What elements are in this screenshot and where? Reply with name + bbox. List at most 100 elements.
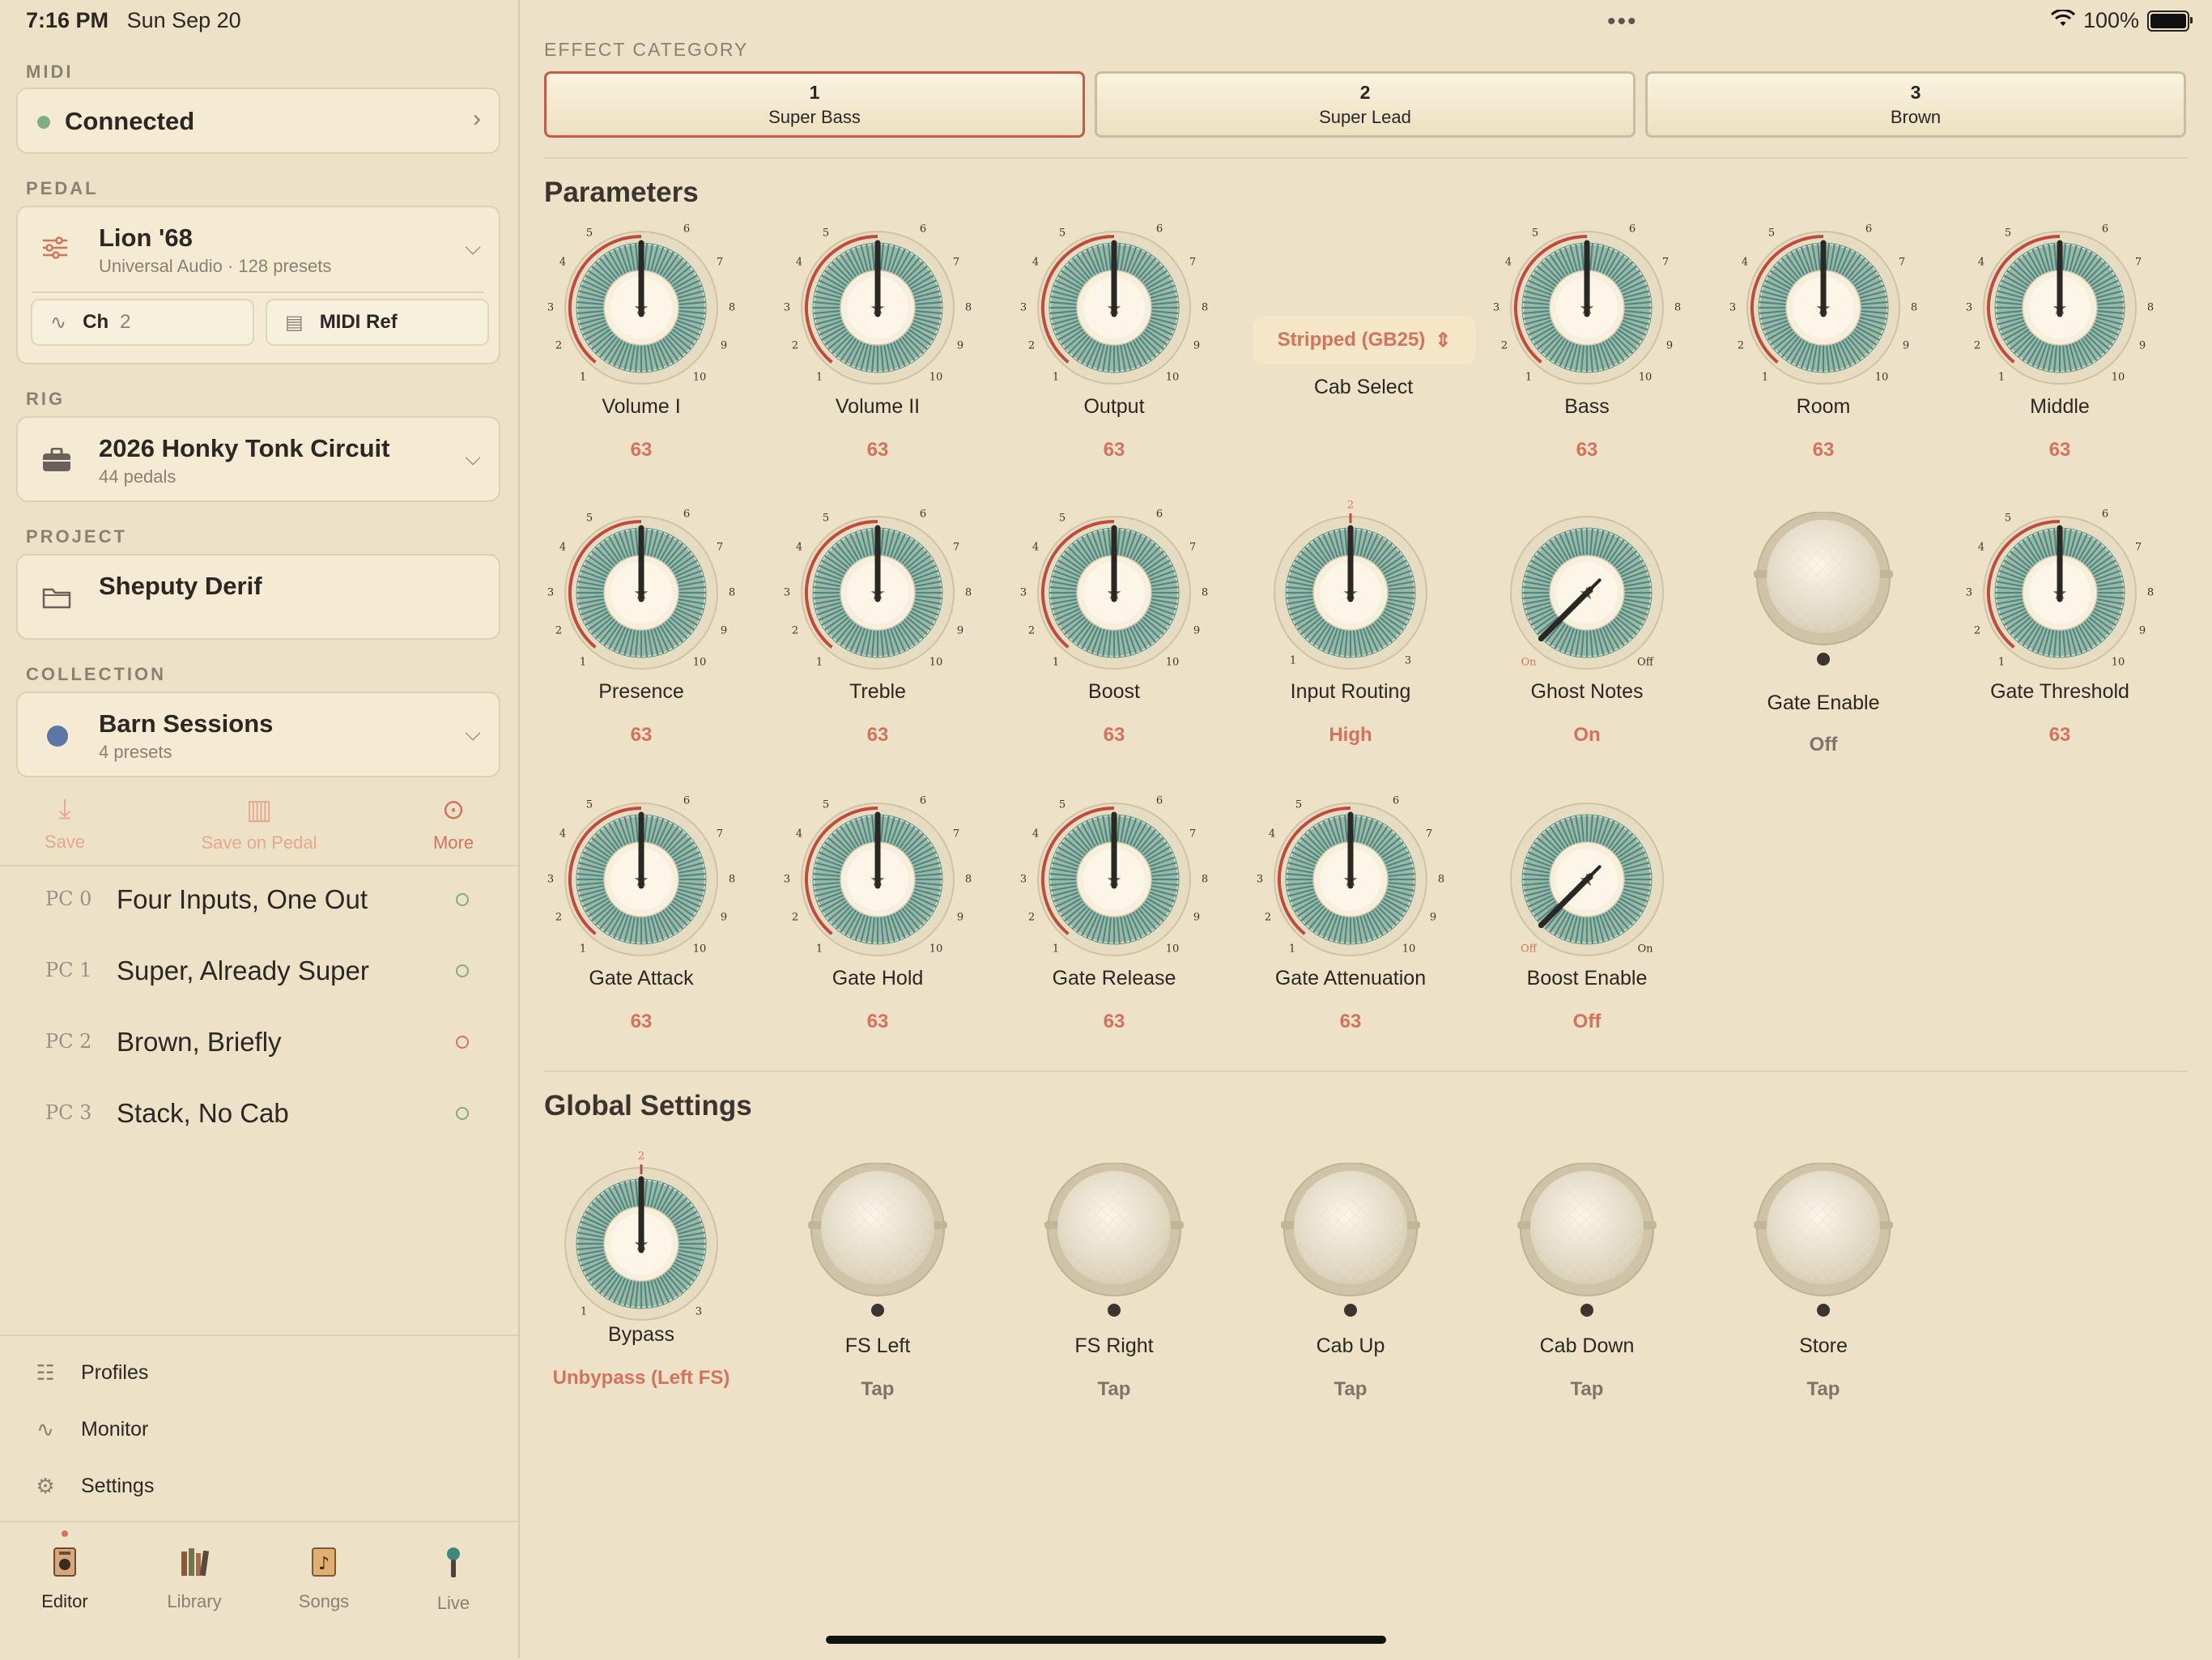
global-setting-control[interactable]: Store Tap	[1726, 1163, 1921, 1430]
microphone-icon	[405, 1547, 502, 1586]
knob-dial[interactable]: ★	[1033, 512, 1195, 674]
chevron-down-icon[interactable]: ⌵	[465, 445, 481, 471]
global-setting-control[interactable]: ★1 2 3 Bypass Unbypass (Left FS)	[544, 1151, 738, 1430]
preset-status-dot	[456, 893, 469, 906]
channel-value: 2	[120, 311, 131, 333]
parameter-control[interactable]: ★1 2 3 4 5 6 7 8 9 10 Output 63	[1017, 223, 1211, 494]
profiles-link[interactable]: ☷ Profiles	[32, 1360, 148, 1385]
rig-card[interactable]: 2026 Honky Tonk Circuit 44 pedals ⌵	[16, 416, 500, 502]
parameter-control[interactable]: Gate Enable Off	[1726, 512, 1921, 779]
preset-name: Four Inputs, One Out	[117, 884, 368, 914]
save-button[interactable]: ⤓ Save	[24, 794, 105, 853]
midi-status-card[interactable]: Connected ›	[16, 87, 500, 154]
cab-select-dropdown[interactable]: Stripped (GB25) ⇕	[1253, 316, 1475, 364]
parameter-control[interactable]: ★1 2 3 4 5 6 7 8 9 10 Middle 63	[1963, 223, 2157, 494]
multitask-dots-icon[interactable]: •••	[1607, 8, 1638, 36]
parameter-value: 63	[630, 1011, 653, 1032]
global-setting-control[interactable]: FS Right Tap	[1017, 1163, 1211, 1430]
parameter-control[interactable]: ★1 2 3 4 5 6 7 8 9 10 Gate Attack 63	[544, 795, 738, 1066]
scale-tick-label: 7	[1189, 828, 1197, 841]
preset-item[interactable]: PC 2 Brown, Briefly	[0, 1009, 518, 1080]
knob-dial[interactable]: ★	[1506, 798, 1668, 960]
parameter-control[interactable]: ★OnOffGhost NotesOn	[1490, 512, 1684, 779]
knob-dial[interactable]: ★	[1742, 227, 1904, 389]
footswitch-button[interactable]	[1270, 1163, 1431, 1325]
ellipsis-circle-icon: ⊙	[441, 794, 466, 825]
footswitch-button[interactable]	[797, 1163, 959, 1325]
knob-dial[interactable]: ★	[560, 227, 722, 389]
parameter-control[interactable]: ★1 2 3 4 5 6 7 8 9 10 Gate Hold 63	[781, 795, 975, 1066]
knob-dial[interactable]: ★	[1033, 798, 1195, 960]
more-button[interactable]: ⊙ More	[413, 794, 494, 853]
footswitch-button[interactable]	[1742, 512, 1904, 674]
footswitch-button[interactable]	[1742, 1163, 1904, 1325]
knob-dial[interactable]: ★	[1506, 512, 1668, 674]
parameter-control[interactable]: ★1 2 3 4 5 6 7 8 9 10 Gate Release 63	[1017, 795, 1211, 1066]
global-setting-control[interactable]: Cab Up Tap	[1253, 1163, 1448, 1430]
monitor-link[interactable]: ∿ Monitor	[32, 1417, 148, 1442]
home-indicator[interactable]	[826, 1636, 1386, 1644]
parameter-control[interactable]: ★1 2 3 4 5 6 7 8 9 10 Gate Threshold 63	[1963, 509, 2157, 779]
knob-dial[interactable]: ★	[1979, 227, 2141, 389]
scale-tick-label: 7	[716, 256, 724, 269]
knob-dial[interactable]: ★	[1270, 512, 1431, 674]
parameter-control[interactable]: ★1 2 3 4 5 6 7 8 9 10 Volume II 63	[781, 223, 975, 494]
knob-dial[interactable]: ★	[1033, 227, 1195, 389]
project-card[interactable]: Sheputy Derif	[16, 554, 500, 640]
channel-button[interactable]: ∿ Ch 2	[31, 299, 254, 346]
tab-songs[interactable]: ♪ Songs	[275, 1547, 372, 1612]
parameter-label: Gate Attack	[589, 967, 694, 990]
parameter-control[interactable]: ★OffOnBoost EnableOff	[1490, 798, 1684, 1066]
parameter-control[interactable]: ★1 2 3 Input Routing High	[1253, 500, 1448, 779]
category-button-brown[interactable]: 3 Brown	[1645, 71, 2186, 138]
parameter-control[interactable]: ★1 2 3 4 5 6 7 8 9 10 Presence 63	[544, 509, 738, 779]
knob-dial[interactable]: ★	[797, 227, 959, 389]
category-button-super-lead[interactable]: 2 Super Lead	[1095, 71, 1636, 138]
knob-dial[interactable]: ★	[797, 512, 959, 674]
collection-card[interactable]: Barn Sessions 4 presets ⌵	[16, 692, 500, 777]
knob-dial[interactable]: ★	[797, 798, 959, 960]
scale-tick-label: 4	[1032, 828, 1040, 841]
settings-link[interactable]: ⚙ Settings	[32, 1474, 154, 1499]
parameter-control[interactable]: ★1 2 3 4 5 6 7 8 9 10 Gate Attenuation 63	[1253, 795, 1448, 1066]
preset-name: Super, Already Super	[117, 956, 369, 985]
parameter-control[interactable]: ★1 2 3 4 5 6 7 8 9 10 Room 63	[1726, 223, 1921, 494]
chip-icon: ▥	[245, 794, 273, 825]
scale-tick-label: 8	[964, 301, 972, 314]
chevron-down-icon[interactable]: ⌵	[465, 235, 481, 261]
save-on-pedal-button[interactable]: ▥ Save on Pedal	[178, 794, 340, 853]
knob-dial[interactable]: ★	[560, 1163, 722, 1325]
parameter-control[interactable]: ★1 2 3 4 5 6 7 8 9 10 Treble 63	[781, 509, 975, 779]
footswitch-button[interactable]	[1506, 1163, 1668, 1325]
project-name: Sheputy Derif	[99, 572, 262, 600]
tab-library[interactable]: Library	[146, 1547, 243, 1612]
parameter-label: Boost	[1088, 680, 1140, 703]
footswitch-button[interactable]	[1033, 1163, 1195, 1325]
parameter-control[interactable]: ★1 2 3 4 5 6 7 8 9 10 Bass 63	[1490, 223, 1684, 494]
collection-color-dot	[47, 726, 68, 747]
tab-live[interactable]: Live	[405, 1547, 502, 1614]
scale-tick-label: 8	[1674, 301, 1682, 314]
global-setting-control[interactable]: FS Left Tap	[781, 1163, 975, 1430]
knob-dial[interactable]: ★	[560, 512, 722, 674]
midi-ref-button[interactable]: ▤ MIDI Ref	[266, 299, 489, 346]
global-setting-control[interactable]: Cab Down Tap	[1490, 1163, 1684, 1430]
category-button-super-bass[interactable]: 1 Super Bass	[544, 71, 1085, 138]
scale-tick-label: 1	[1052, 371, 1060, 384]
parameter-control[interactable]: ★1 2 3 4 5 6 7 8 9 10 Boost 63	[1017, 509, 1211, 779]
chevron-down-icon[interactable]: ⌵	[465, 721, 481, 747]
parameter-control[interactable]: ★1 2 3 4 5 6 7 8 9 10 Volume I 63	[544, 223, 738, 494]
folder-icon	[42, 585, 71, 611]
knob-dial[interactable]: ★	[560, 798, 722, 960]
preset-item[interactable]: PC 1 Super, Already Super	[0, 938, 518, 1009]
knob-dial[interactable]: ★	[1270, 798, 1431, 960]
parameter-value: 63	[2048, 724, 2071, 746]
preset-item[interactable]: PC 3 Stack, No Cab	[0, 1080, 518, 1151]
global-setting-value: Unbypass (Left FS)	[552, 1367, 730, 1389]
scale-tick-label: 3	[1965, 301, 1973, 314]
knob-dial[interactable]: ★	[1506, 227, 1668, 389]
tab-editor[interactable]: Editor	[16, 1547, 113, 1612]
preset-item[interactable]: PC 0 Four Inputs, One Out	[0, 866, 518, 938]
knob-dial[interactable]: ★	[1979, 512, 2141, 674]
pedal-card[interactable]: Lion '68 Universal Audio · 128 presets ⌵…	[16, 206, 500, 364]
